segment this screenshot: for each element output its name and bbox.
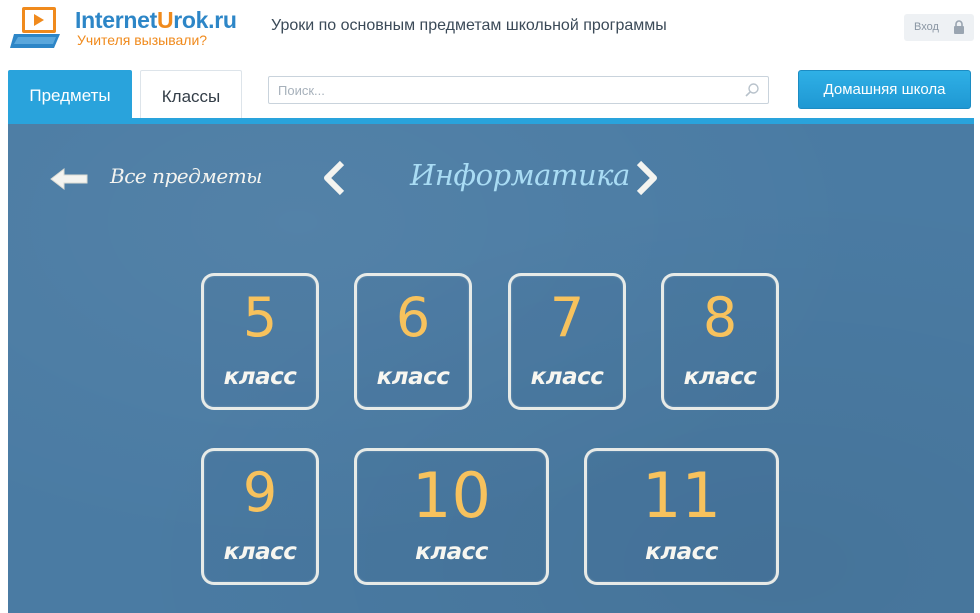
grade-label: класс — [223, 364, 297, 390]
grade-label: класс — [683, 364, 757, 390]
search-icon[interactable] — [744, 82, 760, 98]
chevron-right-icon[interactable] — [635, 160, 659, 196]
grade-number: 11 — [642, 459, 721, 532]
grade-card-6[interactable]: 6 класс — [354, 273, 472, 410]
grade-card-5[interactable]: 5 класс — [201, 273, 319, 410]
site-tagline: Уроки по основным предметам школьной про… — [271, 17, 667, 34]
grade-label: класс — [415, 539, 488, 565]
grade-card-9[interactable]: 9 класс — [201, 448, 319, 585]
arrow-left-icon[interactable] — [48, 166, 90, 192]
site-header: InternetUrok.ru Учителя вызывали? Уроки … — [0, 0, 980, 68]
login-label: Вход — [914, 21, 939, 33]
grade-number: 7 — [549, 286, 585, 349]
all-subjects-link[interactable]: Все предметы — [110, 164, 262, 188]
tab-grades[interactable]: Классы — [140, 70, 242, 122]
grade-card-7[interactable]: 7 класс — [508, 273, 626, 410]
subject-title: Информатика — [410, 158, 630, 192]
grade-number: 9 — [242, 461, 278, 524]
grade-label: класс — [376, 364, 450, 390]
search-input[interactable] — [269, 77, 739, 103]
logo-name[interactable]: InternetUrok.ru — [75, 7, 237, 34]
home-school-button[interactable]: Домашняя школа — [798, 70, 971, 109]
grade-card-8[interactable]: 8 класс — [661, 273, 779, 410]
lock-icon — [954, 20, 964, 34]
grade-number: 6 — [395, 286, 431, 349]
grade-label: класс — [530, 364, 604, 390]
logo-tagline: Учителя вызывали? — [77, 32, 208, 48]
grade-number: 5 — [242, 286, 278, 349]
laptop-play-icon[interactable] — [8, 4, 66, 52]
grade-label: класс — [223, 539, 297, 565]
tab-subjects[interactable]: Предметы — [8, 70, 132, 122]
grade-label: класс — [645, 539, 718, 565]
grade-card-11[interactable]: 11 класс — [584, 448, 779, 585]
login-button[interactable]: Вход — [904, 14, 974, 41]
grade-number: 10 — [412, 459, 491, 532]
grade-card-10[interactable]: 10 класс — [354, 448, 549, 585]
chevron-left-icon[interactable] — [322, 160, 346, 196]
grade-number: 8 — [702, 286, 738, 349]
search-box — [268, 76, 769, 104]
